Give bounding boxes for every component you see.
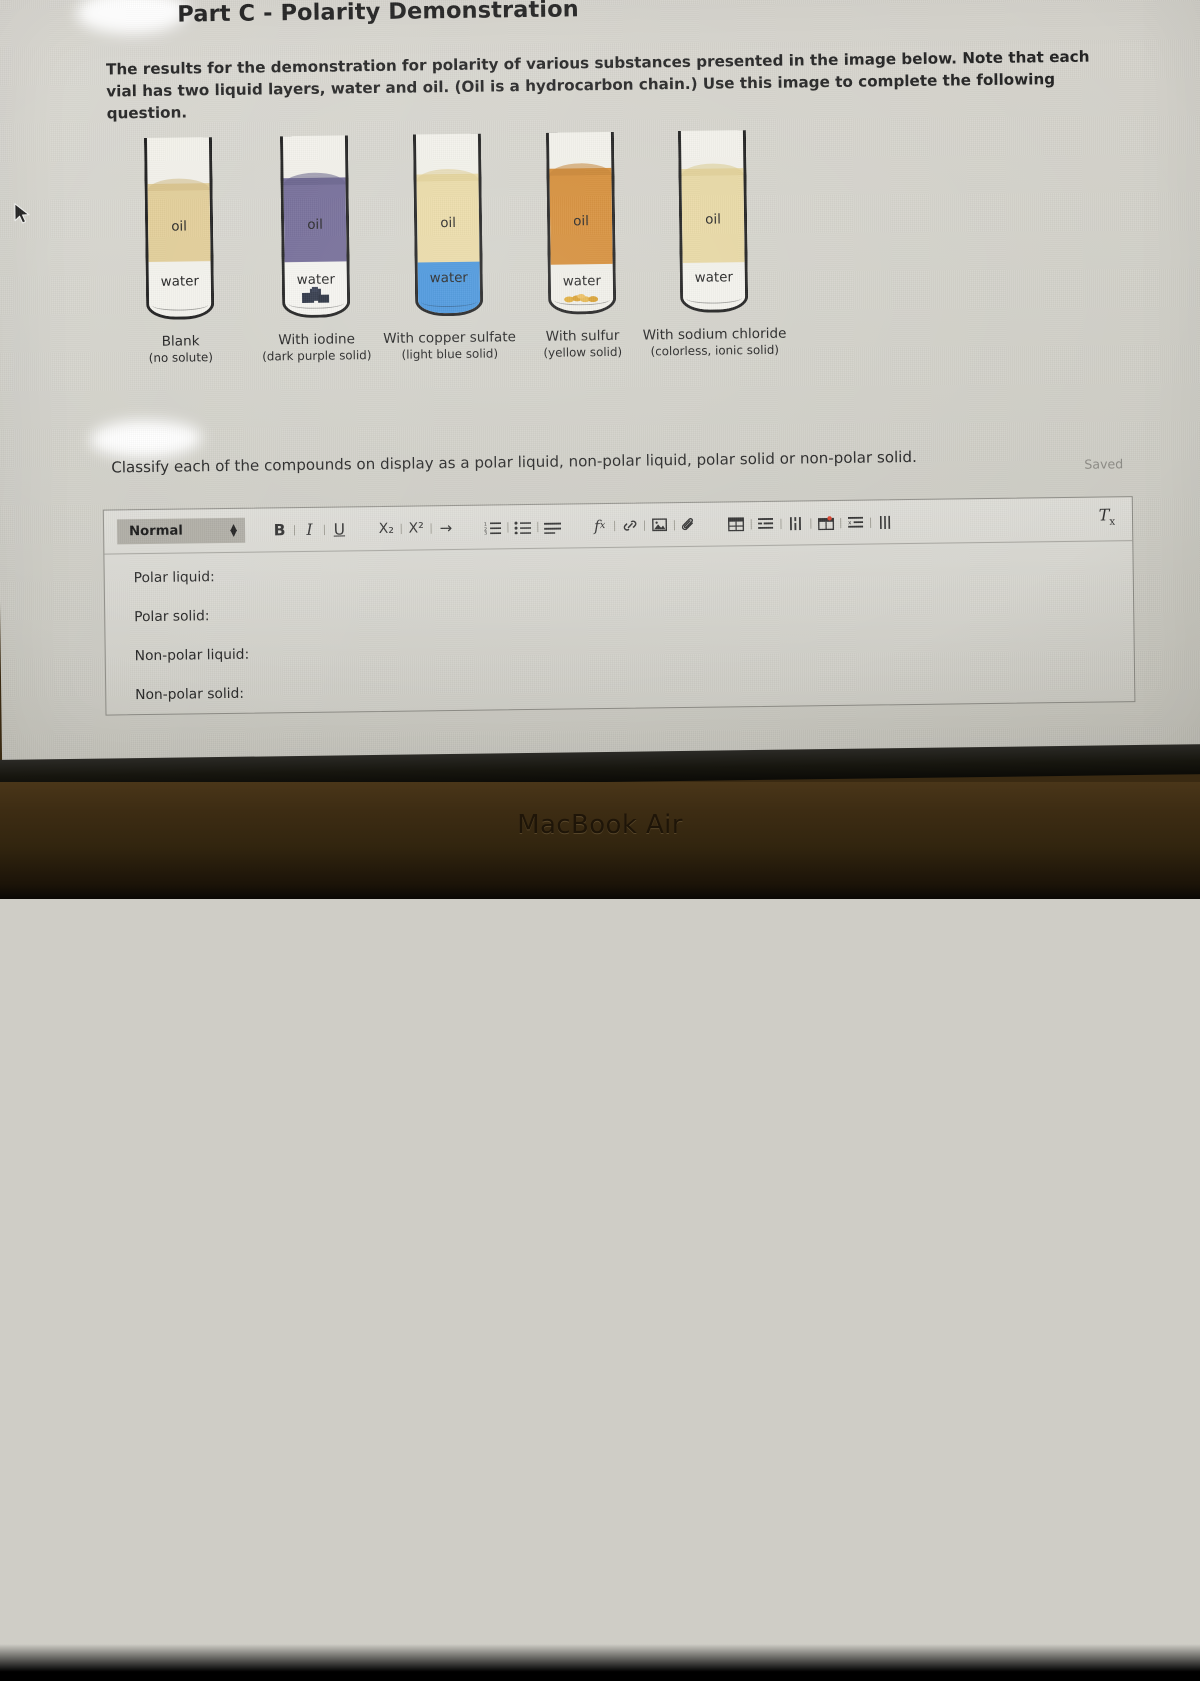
clear-formatting-button[interactable]: Tx xyxy=(1099,505,1116,527)
assignment-page: Part C - Polarity Demonstration The resu… xyxy=(0,0,1200,750)
svg-text:x: x xyxy=(848,520,852,526)
oil-label: oil xyxy=(547,214,615,230)
equation-fx-icon[interactable]: fx xyxy=(587,512,612,538)
test-tube: oil water xyxy=(546,132,616,315)
deck-shadow xyxy=(0,1644,1200,1681)
paragraph-style-value: Normal xyxy=(129,524,183,540)
water-label: water xyxy=(415,271,483,287)
water-label: water xyxy=(548,274,616,290)
oil-label: oil xyxy=(145,219,213,235)
vial-caption: With sodium chloride (colorless, ionic s… xyxy=(632,325,796,359)
answer-line-non-polar-solid[interactable]: Non-polar solid: xyxy=(135,674,1134,703)
vial-caption-sub: (colorless, ionic solid) xyxy=(633,342,797,359)
table-insert-group: | | xyxy=(724,509,899,537)
table-icon[interactable] xyxy=(724,511,749,537)
superscript-button[interactable]: X² xyxy=(403,515,428,541)
svg-text:3: 3 xyxy=(485,530,488,534)
vial-with-sodium-chloride: oil water With sodium chloride (colorles… xyxy=(644,130,782,314)
underline-button[interactable]: U xyxy=(327,516,352,542)
insert-column-icon[interactable] xyxy=(783,510,808,536)
test-tube: oil water xyxy=(280,135,350,318)
redaction-blob-question xyxy=(90,419,202,458)
vial-with-sulfur: oil water With sulfur (yellow solid) xyxy=(512,131,650,315)
vial-with-copper-sulfate: oil water With copper sulfate (light blu… xyxy=(379,133,517,317)
media-embed-icon[interactable] xyxy=(813,509,838,535)
mouse-cursor-icon xyxy=(13,202,33,226)
redaction-blob-title xyxy=(76,0,189,35)
insert-row-icon[interactable] xyxy=(753,510,778,536)
oil-label: oil xyxy=(679,212,747,228)
insert-group: fx | | xyxy=(587,511,702,538)
numbered-list-icon[interactable]: 1 2 3 xyxy=(480,514,505,540)
list-group: 1 2 3 | xyxy=(480,513,565,540)
text-format-group: B | I | U xyxy=(267,516,352,543)
laptop-screen: Part C - Polarity Demonstration The resu… xyxy=(0,0,1200,782)
polarity-demonstration-diagram: oil water Blank (no solute) xyxy=(134,129,827,400)
test-tube: oil water xyxy=(678,130,748,313)
water-label: water xyxy=(146,274,214,290)
vial-caption-main: With copper sulfate xyxy=(383,329,516,347)
delete-column-icon[interactable] xyxy=(873,509,898,535)
water-label: water xyxy=(680,270,748,286)
subscript-button[interactable]: X₂ xyxy=(374,515,399,541)
test-tube: oil water xyxy=(144,137,214,320)
photograph-of-laptop: Part C - Polarity Demonstration The resu… xyxy=(0,0,1200,899)
vial-caption-main: Blank xyxy=(162,333,200,349)
question-text: Classify each of the compounds on displa… xyxy=(111,448,917,477)
indent-arrow-button[interactable]: → xyxy=(433,514,458,540)
saved-status: Saved xyxy=(1084,456,1123,472)
rich-text-editor[interactable]: Normal ▲▼ B | I | U xyxy=(103,496,1136,715)
laptop-deck xyxy=(0,782,1200,899)
chevron-updown-icon: ▲▼ xyxy=(230,524,237,536)
answer-line-polar-liquid[interactable]: Polar liquid: xyxy=(134,557,1133,586)
answer-line-non-polar-liquid[interactable]: Non-polar liquid: xyxy=(135,635,1134,664)
vial-caption-main: With sulfur xyxy=(546,328,620,345)
image-icon[interactable] xyxy=(647,512,672,538)
intro-paragraph: The results for the demonstration for po… xyxy=(106,45,1107,124)
answer-line-polar-solid[interactable]: Polar solid: xyxy=(134,596,1133,625)
test-tube: oil water xyxy=(413,134,483,317)
link-icon[interactable] xyxy=(617,512,642,538)
vial-caption-main: With sodium chloride xyxy=(643,326,787,344)
paragraph-style-select[interactable]: Normal ▲▼ xyxy=(117,518,245,545)
oil-label: oil xyxy=(414,216,482,232)
vial-with-iodine: oil water With iodine (dark purple solid… xyxy=(246,135,384,319)
align-left-icon[interactable] xyxy=(540,513,565,539)
vial-caption-main: With iodine xyxy=(278,331,355,348)
vial-blank: oil water Blank (no solute) xyxy=(110,137,248,321)
editor-text-area[interactable]: Polar liquid: Polar solid: Non-polar liq… xyxy=(104,541,1134,714)
script-group: X₂ | X² | → xyxy=(374,514,459,541)
italic-button[interactable]: I xyxy=(297,516,322,542)
bold-button[interactable]: B xyxy=(267,517,292,543)
attachment-icon[interactable] xyxy=(677,511,702,537)
oil-label: oil xyxy=(281,217,349,233)
water-label: water xyxy=(282,272,350,288)
page-title: Part C - Polarity Demonstration xyxy=(177,0,579,28)
delete-row-icon[interactable]: x xyxy=(843,509,868,535)
bulleted-list-icon[interactable] xyxy=(510,513,535,539)
device-label: MacBook Air xyxy=(0,810,1200,840)
